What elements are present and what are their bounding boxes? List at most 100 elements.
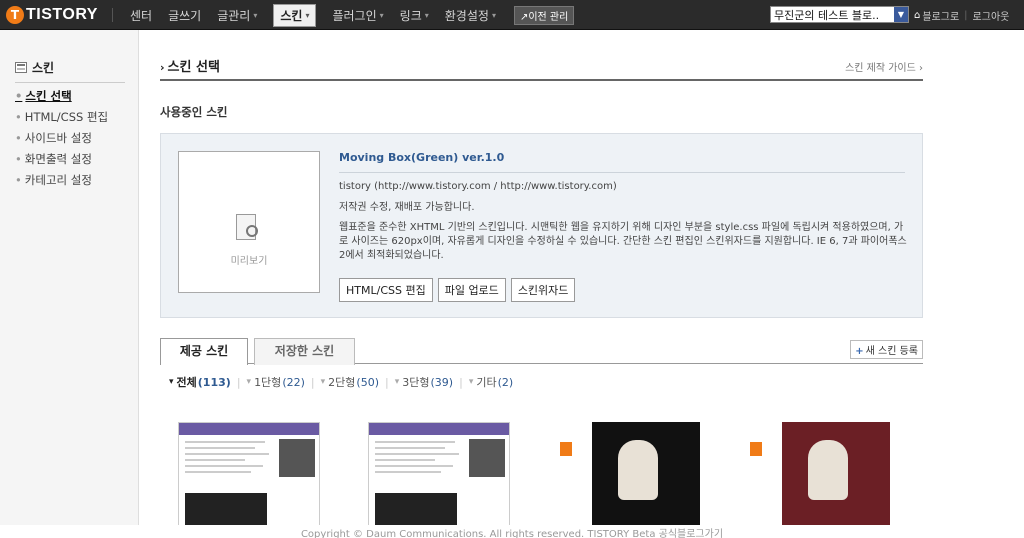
top-navigation-bar: T TISTORY 센터 글쓰기 글관리 ▾ 스킨 ▾ 플러그인 ▾ 링크 ▾ 환경설정…	[0, 0, 1024, 30]
nav-write[interactable]: 글쓰기	[168, 7, 201, 24]
sidebar-item-skin-select[interactable]: • 스킨 선택	[15, 86, 108, 107]
filter-count: (113)	[197, 375, 231, 389]
thumb-figure	[808, 440, 848, 500]
chevron-right-icon: ›	[160, 61, 165, 74]
filter-count: (2)	[497, 375, 514, 389]
filter-count: (50)	[356, 375, 379, 389]
logo-mark: T	[6, 6, 24, 24]
arrow-icon: ▾	[246, 377, 252, 387]
filter-1col[interactable]: ▾ 1단형 (22)	[247, 374, 305, 390]
divider	[339, 172, 905, 173]
thumb-accent	[560, 442, 572, 456]
bullet-icon: •	[15, 131, 22, 145]
arrow-icon: ▾	[468, 377, 474, 387]
thumb-line	[185, 453, 269, 455]
sidebar-item-label: 스킨 선택	[25, 89, 72, 103]
nav-post-manage[interactable]: 글관리 ▾	[217, 7, 257, 24]
divider	[112, 8, 113, 22]
logout-link[interactable]: 로그아웃	[973, 8, 1010, 23]
thumb-photo	[185, 493, 267, 525]
file-upload-button[interactable]: 파일 업로드	[437, 278, 506, 302]
footer: Copyright © Daum Communications. All rig…	[0, 525, 1024, 538]
bullet-icon: •	[15, 173, 22, 187]
page-title: › 스킨 선택	[160, 56, 220, 75]
skin-author: tistory (http://www.tistory.com / http:/…	[339, 181, 617, 192]
filter-label: 기타	[476, 376, 497, 389]
sidebar-item-html-css[interactable]: • HTML/CSS 편집	[15, 107, 108, 128]
main-nav: 센터 글쓰기 글관리 ▾ 스킨 ▾ 플러그인 ▾ 링크 ▾ 환경설정 ▾ ↗이전 관리	[122, 0, 575, 30]
thumb-line	[185, 447, 255, 449]
filter-other[interactable]: ▾ 기타 (2)	[469, 374, 513, 390]
html-css-edit-button[interactable]: HTML/CSS 편집	[339, 278, 433, 302]
new-skin-button[interactable]: + 새 스킨 등록	[850, 340, 923, 359]
arrow-icon: ▾	[394, 377, 400, 387]
skin-thumbnails	[160, 422, 923, 525]
filter-label: 2단형	[328, 376, 356, 389]
sidebar: 스킨 • 스킨 선택 • HTML/CSS 편집 • 사이드바 설정 • 화면출력 설정…	[0, 30, 139, 538]
filter-2col[interactable]: ▾ 2단형 (50)	[321, 374, 379, 390]
magnifier-document-icon	[236, 214, 258, 240]
thumb-line	[375, 453, 459, 455]
filter-all[interactable]: ▾ 전체 (113)	[169, 374, 231, 390]
sidebar-header: 스킨	[15, 59, 125, 83]
plus-icon: +	[855, 346, 864, 357]
tab-saved-skins[interactable]: 저장한 스킨	[254, 338, 355, 365]
skin-preview[interactable]: 미리보기	[178, 151, 320, 293]
sidebar-menu: • 스킨 선택 • HTML/CSS 편집 • 사이드바 설정 • 화면출력 설정 • 카…	[15, 86, 108, 191]
nav-label: 링크	[399, 8, 422, 23]
skin-filters: ▾ 전체 (113) | ▾ 1단형 (22) | ▾ 2단형 (50) | ▾ 3단형 (39…	[169, 374, 513, 390]
caret-down-icon: ▾	[305, 10, 310, 20]
thumb-header	[179, 423, 319, 435]
filter-count: (39)	[430, 375, 454, 389]
tab-provided-skins[interactable]: 제공 스킨	[160, 338, 248, 365]
thumb-accent	[750, 442, 762, 456]
arrow-icon: ▾	[320, 377, 326, 387]
thumb-line	[375, 471, 441, 473]
nav-label: 스킨	[280, 8, 303, 23]
divider: |	[964, 9, 968, 21]
tistory-logo[interactable]: T TISTORY	[6, 4, 98, 26]
skin-guide-link[interactable]: 스킨 제작 가이드 ›	[845, 59, 923, 74]
blog-select[interactable]: 무진군의 테스트 블로.. ▼	[770, 6, 909, 23]
thumb-line	[375, 447, 445, 449]
arrow-icon: ▾	[169, 377, 174, 387]
nav-link[interactable]: 링크 ▾	[400, 7, 429, 24]
caret-down-icon: ▾	[491, 10, 496, 20]
filter-3col[interactable]: ▾ 3단형 (39)	[395, 374, 453, 390]
old-admin-button[interactable]: ↗이전 관리	[513, 5, 575, 25]
blog-select-value: 무진군의 테스트 블로..	[774, 8, 880, 22]
go-to-blog-link[interactable]: 블로그로	[922, 8, 959, 23]
nav-label: 플러그인	[332, 8, 377, 23]
thumb-line	[375, 441, 455, 443]
sidebar-item-category-settings[interactable]: • 카테고리 설정	[15, 170, 108, 191]
skin-thumbnail[interactable]	[178, 422, 320, 525]
logo-wordmark: TISTORY	[26, 6, 98, 23]
thumb-sidebar	[750, 422, 782, 525]
nav-center[interactable]: 센터	[130, 7, 152, 24]
current-skin-box: 미리보기 Moving Box(Green) ver.1.0 tistory (…	[160, 133, 923, 318]
nav-label: 센터	[130, 8, 153, 23]
skin-thumbnail[interactable]	[560, 422, 702, 525]
nav-label: 글쓰기	[168, 8, 202, 23]
thumb-line	[185, 459, 245, 461]
sidebar-item-sidebar-settings[interactable]: • 사이드바 설정	[15, 128, 108, 149]
thumb-photo	[469, 439, 505, 477]
section-title: 사용중인 스킨	[160, 105, 228, 119]
thumb-sidebar	[560, 422, 592, 525]
sidebar-item-display-settings[interactable]: • 화면출력 설정	[15, 149, 108, 170]
thumb-photo	[279, 439, 315, 477]
skin-icon	[15, 62, 27, 73]
nav-settings[interactable]: 환경설정 ▾	[445, 7, 496, 24]
thumb-header	[369, 423, 509, 435]
top-links: ⌂ 블로그로 | 로그아웃	[914, 0, 1009, 30]
divider: |	[459, 375, 463, 389]
skin-wizard-button[interactable]: 스킨위자드	[510, 278, 576, 302]
nav-plugin[interactable]: 플러그인 ▾	[332, 7, 383, 24]
filter-label: 1단형	[254, 376, 282, 389]
nav-label: 환경설정	[444, 8, 489, 23]
nav-skin[interactable]: 스킨 ▾	[273, 3, 317, 27]
chevron-down-icon[interactable]: ▼	[894, 7, 908, 22]
sidebar-item-label: HTML/CSS 편집	[24, 110, 109, 124]
skin-thumbnail[interactable]	[750, 422, 892, 525]
skin-thumbnail[interactable]	[368, 422, 510, 525]
